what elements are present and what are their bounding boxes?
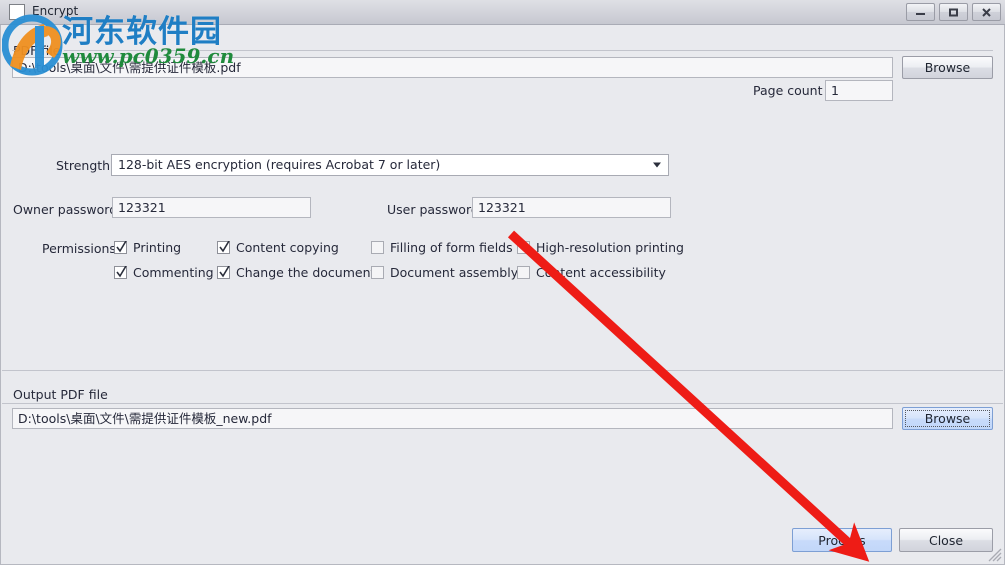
window-title: Encrypt [32,4,79,18]
permissions-label: Permissions: [42,241,121,256]
permission-label: Change the document [236,265,376,280]
owner-password-input[interactable]: 123321 [112,197,311,218]
maximize-button[interactable] [939,3,968,21]
permission-checkbox-content-copying[interactable]: Content copying [217,240,339,255]
pdf-file-group-separator-left [12,50,15,51]
checkbox-box [371,266,384,279]
output-section-separator-bottom [2,403,1003,404]
permission-checkbox-document-assembly[interactable]: Document assembly [371,265,518,280]
window-controls [906,3,1001,21]
pdf-file-browse-button[interactable]: Browse [902,56,993,79]
chevron-down-icon [653,162,661,168]
user-password-input[interactable]: 123321 [472,197,671,218]
permission-checkbox-change-the-document[interactable]: Change the document [217,265,375,280]
permission-checkbox-filling-of-form-fields[interactable]: Filling of form fields [371,240,513,255]
close-action-button[interactable]: Close [899,528,993,552]
window-body: PDF file D:\tools\桌面\文件\需提供证件模板.pdf Brow… [0,25,1005,565]
process-label: Process [818,532,866,548]
app-icon [9,4,25,20]
close-button[interactable] [972,3,1001,21]
permission-label: Printing [133,240,182,255]
output-pdf-path-input[interactable]: D:\tools\桌面\文件\需提供证件模板_new.pdf [12,408,893,429]
owner-password-label: Owner password [13,202,118,217]
strength-select-value: 128-bit AES encryption (requires Acrobat… [118,157,441,172]
title-bar: Encrypt [0,0,1005,25]
checkbox-box [517,241,530,254]
strength-label: Strength [56,158,111,173]
checkbox-box [217,266,230,279]
strength-select[interactable]: 128-bit AES encryption (requires Acrobat… [111,154,669,176]
page-count-label: Page count [753,83,823,98]
encrypt-window: Encrypt PDF file D:\tools\桌面\文件\需提供证件模板.… [0,0,1005,565]
output-browse-button[interactable]: Browse [902,407,993,430]
permission-label: Content accessibility [536,265,666,280]
checkbox-box [517,266,530,279]
output-browse-label: Browse [924,411,971,426]
output-pdf-file-label: Output PDF file [13,387,108,402]
output-section-separator-top [2,370,1003,371]
resize-grip-icon[interactable] [988,548,1002,562]
page-count-input[interactable]: 1 [825,80,893,101]
permission-checkbox-content-accessibility[interactable]: Content accessibility [517,265,666,280]
checkbox-box [114,241,127,254]
pdf-file-group-separator [64,50,993,51]
permission-label: Commenting [133,265,214,280]
permission-label: Document assembly [390,265,519,280]
permission-checkbox-printing[interactable]: Printing [114,240,181,255]
permission-checkbox-high-resolution-printing[interactable]: High-resolution printing [517,240,684,255]
permission-checkbox-commenting[interactable]: Commenting [114,265,214,280]
permission-label: Filling of form fields [390,240,513,255]
checkbox-box [217,241,230,254]
minimize-button[interactable] [906,3,935,21]
permission-label: High-resolution printing [536,240,684,255]
process-button[interactable]: Process [792,528,892,552]
checkbox-box [114,266,127,279]
user-password-label: User password [387,202,479,217]
checkbox-box [371,241,384,254]
pdf-file-path-input[interactable]: D:\tools\桌面\文件\需提供证件模板.pdf [12,57,893,78]
permission-label: Content copying [236,240,339,255]
